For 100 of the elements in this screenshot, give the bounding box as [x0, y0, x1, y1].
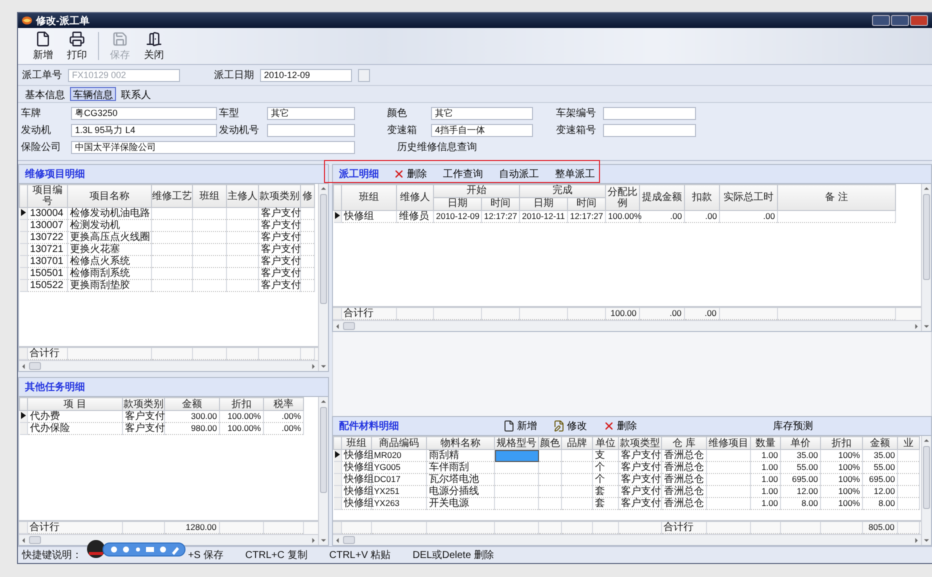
- left-arrow-icon[interactable]: [335, 324, 340, 328]
- text-field[interactable]: [603, 124, 696, 136]
- save-icon: [112, 30, 128, 46]
- vertical-scrollbar[interactable]: [921, 436, 931, 545]
- scrollbar-thumb[interactable]: [29, 536, 41, 544]
- vertical-scrollbar[interactable]: [921, 184, 931, 331]
- toolbar-button[interactable]: 删除: [391, 167, 429, 181]
- toolbar-button[interactable]: 修改: [551, 419, 589, 433]
- text-field[interactable]: 粤CG3250: [71, 106, 217, 120]
- table-row[interactable]: 快修组 维修员 2010-12-09 12:17:27 2010-12-11 12:17:27 100.00% .00 .00 .00: [334, 210, 896, 222]
- table-cell: .00%: [264, 422, 304, 434]
- table-cell: 2010-12-11: [520, 210, 568, 222]
- up-arrow-icon[interactable]: [924, 438, 929, 443]
- close-button[interactable]: [910, 15, 928, 26]
- table-row[interactable]: 代办保险 客户支付 980.00 100.00% .00%: [20, 422, 304, 434]
- toolbar-button[interactable]: 删除: [601, 419, 639, 433]
- table-row[interactable]: 150522 更换雨刮垫胶 客户支付: [20, 280, 314, 292]
- new-file-icon: [503, 420, 515, 432]
- toolbar-button[interactable]: 工作查询: [441, 167, 485, 181]
- horizontal-scrollbar[interactable]: [333, 534, 921, 545]
- text-field[interactable]: 其它: [267, 106, 355, 120]
- text-field[interactable]: 其它: [431, 106, 533, 120]
- left-arrow-icon[interactable]: [335, 538, 340, 542]
- horizontal-scrollbar[interactable]: [19, 534, 318, 545]
- table-row[interactable]: 快修组MR020 雨刮精 支 客户支付 香洲总仓 1.00 35.00 100% 35.00: [334, 450, 920, 462]
- right-arrow-icon[interactable]: [914, 324, 919, 328]
- table-cell: 35.00: [780, 450, 820, 462]
- history-link[interactable]: 历史维修信息查询: [357, 140, 601, 154]
- table-row[interactable]: 130721 更换火花塞 客户支付: [20, 244, 314, 256]
- table-row[interactable]: 130007 检测发动机 客户支付: [20, 220, 314, 232]
- left-arrow-icon[interactable]: [21, 538, 26, 542]
- text-field[interactable]: 中国太平洋保险公司: [71, 140, 355, 154]
- text-field[interactable]: [603, 106, 696, 120]
- table-cell: 8.00: [862, 498, 898, 510]
- toolbar-button[interactable]: 新增: [501, 419, 539, 433]
- text-field[interactable]: 4挡手自一体: [431, 124, 533, 136]
- right-arrow-icon[interactable]: [311, 538, 316, 542]
- table-cell: 客户支付: [258, 244, 300, 256]
- table-row[interactable]: 130722 更换高压点火线圈 客户支付: [20, 232, 314, 244]
- table-cell: 个: [592, 462, 618, 474]
- toolbar-button[interactable]: 自动派工: [497, 167, 541, 181]
- table-cell: 1.00: [750, 498, 780, 510]
- vertical-scrollbar[interactable]: [318, 397, 328, 545]
- up-arrow-icon[interactable]: [924, 186, 929, 191]
- table-row[interactable]: 快修组YX251 电源分插线 套 客户支付 香洲总仓 1.00 12.00 100% 12.00: [334, 486, 920, 498]
- toolbar-button[interactable]: 打印: [64, 30, 90, 62]
- table-cell: 12.00: [862, 486, 898, 498]
- row-pointer-icon: [20, 412, 26, 419]
- text-field[interactable]: 2010-12-09: [260, 68, 352, 82]
- text-field[interactable]: [267, 124, 355, 136]
- table-cell: .00: [684, 210, 720, 222]
- table-cell: 客户支付: [618, 462, 662, 474]
- table-row[interactable]: 130004 检修发动机油电路 客户支付: [20, 208, 314, 220]
- toolbar-button[interactable]: 新增: [30, 30, 56, 62]
- column-header: 时间: [568, 198, 606, 210]
- column-header: 单价: [780, 436, 820, 450]
- right-arrow-icon[interactable]: [914, 538, 919, 542]
- text-field[interactable]: 1.3L 95马力 L4: [71, 124, 217, 136]
- left-arrow-icon[interactable]: [21, 364, 26, 368]
- tab[interactable]: 联系人: [118, 87, 154, 101]
- scrollbar-thumb[interactable]: [343, 536, 355, 544]
- toolbar-button[interactable]: 整单派工: [553, 167, 597, 181]
- down-arrow-icon[interactable]: [924, 324, 929, 329]
- table-row[interactable]: 150501 检修雨刮系统 客户支付: [20, 268, 314, 280]
- section-title: 其他任务明细: [25, 380, 85, 394]
- up-arrow-icon[interactable]: [321, 399, 326, 404]
- table-row[interactable]: 快修组YG005 车伴雨刮 个 客户支付 香洲总仓 1.00 55.00 100% 55.00: [334, 462, 920, 474]
- table-cell: 1.00: [750, 450, 780, 462]
- scrollbar-thumb[interactable]: [343, 322, 355, 330]
- toolbar-button[interactable]: 关闭: [141, 30, 167, 62]
- table-row[interactable]: 代办费 客户支付 300.00 100.00% .00%: [20, 410, 304, 422]
- vertical-scrollbar[interactable]: [318, 184, 328, 371]
- scrollbar-thumb[interactable]: [320, 194, 327, 304]
- right-arrow-icon[interactable]: [311, 364, 316, 368]
- table-cell: 香洲总仓: [662, 450, 706, 462]
- scrollbar-thumb[interactable]: [923, 194, 930, 280]
- scrollbar-thumb[interactable]: [923, 446, 930, 509]
- table-row[interactable]: 快修组DC017 瓦尔塔电池 个 客户支付 香洲总仓 1.00 695.00 100% 695.00: [334, 474, 920, 486]
- column-header: 完成: [520, 184, 606, 198]
- down-arrow-icon[interactable]: [321, 364, 326, 369]
- focused-cell[interactable]: [494, 450, 538, 462]
- tab[interactable]: 车辆信息: [70, 87, 116, 101]
- table-row[interactable]: 130701 检修点火系统 客户支付: [20, 256, 314, 268]
- up-arrow-icon[interactable]: [321, 186, 326, 191]
- scrollbar-thumb[interactable]: [29, 362, 41, 370]
- scrollbar-thumb[interactable]: [320, 407, 327, 494]
- table-cell: 100%: [820, 486, 862, 498]
- table-cell: 更换高压点火线圈: [68, 232, 152, 244]
- table-cell: 695.00: [862, 474, 898, 486]
- horizontal-scrollbar[interactable]: [19, 360, 318, 371]
- down-arrow-icon[interactable]: [321, 538, 326, 543]
- forecast-button[interactable]: 库存预测: [771, 419, 815, 433]
- minimize-button[interactable]: [872, 15, 890, 26]
- tab[interactable]: 基本信息: [22, 87, 68, 101]
- column-header: 仓 库: [662, 436, 706, 450]
- down-arrow-icon[interactable]: [924, 538, 929, 543]
- horizontal-scrollbar[interactable]: [333, 320, 921, 331]
- table-row[interactable]: 快修组YX263 开关电源 套 客户支付 香洲总仓 1.00 8.00 100% 8.00: [334, 498, 920, 510]
- table-cell: 35.00: [862, 450, 898, 462]
- maximize-button[interactable]: [891, 15, 909, 26]
